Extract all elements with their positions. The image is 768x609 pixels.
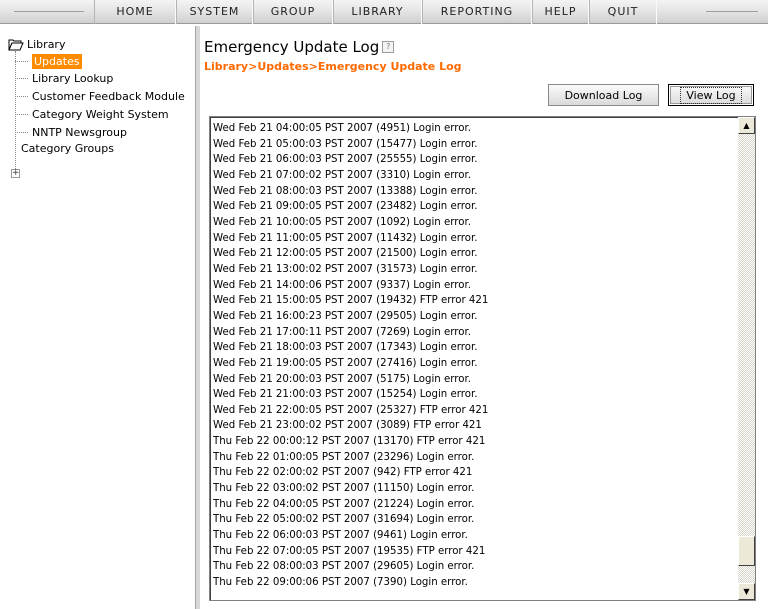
tree-root-label: Library	[27, 37, 66, 51]
sidebar-item-label: Category Groups	[21, 141, 114, 155]
log-line: Wed Feb 21 20:00:03 PST 2007 (5175) Logi…	[213, 373, 471, 385]
log-line: Wed Feb 21 18:00:03 PST 2007 (17343) Log…	[213, 342, 478, 354]
tree-branch-line	[15, 113, 28, 115]
nav-quit[interactable]: QUIT	[589, 0, 657, 24]
log-line: Thu Feb 22 01:00:05 PST 2007 (23296) Log…	[213, 451, 475, 463]
log-line: Wed Feb 21 14:00:06 PST 2007 (9337) Logi…	[213, 279, 471, 291]
expand-plus-icon[interactable]: +	[11, 169, 20, 178]
log-line: Wed Feb 21 12:00:05 PST 2007 (21500) Log…	[213, 248, 478, 260]
log-line: Wed Feb 21 15:00:05 PST 2007 (19432) FTP…	[213, 295, 489, 307]
log-line: Wed Feb 21 16:00:23 PST 2007 (29505) Log…	[213, 310, 478, 322]
nav-library[interactable]: LIBRARY	[333, 0, 422, 24]
sidebar-item-label: Customer Feedback Module	[32, 89, 185, 103]
log-line: Thu Feb 22 09:00:06 PST 2007 (7390) Logi…	[213, 577, 468, 589]
sidebar-divider	[196, 26, 200, 609]
tree-branch-line	[15, 131, 28, 133]
top-nav-bar: HOME SYSTEM GROUP LIBRARY REPORTING HELP…	[0, 0, 768, 24]
vertical-scrollbar[interactable]: ▲ ▼	[738, 117, 755, 600]
log-line: Thu Feb 22 00:00:12 PST 2007 (13170) FTP…	[213, 436, 486, 448]
page-title: Emergency Update Log ?	[204, 38, 395, 56]
tree-branch-line	[15, 60, 28, 62]
nav-lead-ornament	[0, 0, 94, 24]
sidebar-item-library-lookup[interactable]: Library Lookup	[15, 70, 113, 86]
log-line: Wed Feb 21 19:00:05 PST 2007 (27416) Log…	[213, 357, 478, 369]
nav-home[interactable]: HOME	[94, 0, 176, 24]
nav-group[interactable]: GROUP	[253, 0, 333, 24]
log-line: Thu Feb 22 06:00:03 PST 2007 (9461) Logi…	[213, 530, 468, 542]
log-line: Wed Feb 21 08:00:03 PST 2007 (13388) Log…	[213, 185, 478, 197]
sidebar-item-label: Updates	[32, 53, 82, 69]
sidebar-item-label: Library Lookup	[32, 71, 114, 85]
nav-system[interactable]: SYSTEM	[176, 0, 253, 24]
log-line: Wed Feb 21 21:00:03 PST 2007 (15254) Log…	[213, 389, 478, 401]
log-line: Thu Feb 22 07:00:05 PST 2007 (19535) FTP…	[213, 545, 486, 557]
help-icon[interactable]: ?	[382, 41, 395, 53]
sidebar: Library Updates Library Lookup Customer …	[0, 26, 196, 609]
breadcrumb[interactable]: Library>Updates>Emergency Update Log	[204, 60, 462, 73]
sidebar-item-label: NNTP Newsgroup	[32, 125, 127, 139]
log-textarea[interactable]: Wed Feb 21 04:00:05 PST 2007 (4951) Logi…	[209, 116, 756, 601]
log-line: Wed Feb 21 10:00:05 PST 2007 (1092) Logi…	[213, 216, 471, 228]
folder-open-icon	[8, 38, 24, 51]
log-line: Wed Feb 21 04:00:05 PST 2007 (4951) Logi…	[213, 123, 471, 134]
log-line: Wed Feb 21 11:00:05 PST 2007 (11432) Log…	[213, 232, 478, 244]
log-line: Wed Feb 21 05:00:03 PST 2007 (15477) Log…	[213, 138, 478, 150]
sidebar-item-category-weight[interactable]: Category Weight System	[15, 106, 169, 122]
sidebar-item-nntp-newsgroup[interactable]: NNTP Newsgroup	[15, 124, 127, 140]
log-line: Wed Feb 21 17:00:11 PST 2007 (7269) Logi…	[213, 326, 471, 338]
download-log-button[interactable]: Download Log	[548, 84, 659, 106]
tree-branch-line	[15, 95, 28, 97]
log-line: Wed Feb 21 22:00:05 PST 2007 (25327) FTP…	[213, 404, 489, 416]
tree-root-library[interactable]: Library	[8, 37, 65, 51]
nav-help[interactable]: HELP	[532, 0, 589, 24]
log-line: Wed Feb 21 13:00:02 PST 2007 (31573) Log…	[213, 263, 478, 275]
log-line: Thu Feb 22 04:00:05 PST 2007 (21224) Log…	[213, 498, 475, 510]
log-line: Thu Feb 22 02:00:02 PST 2007 (942) FTP e…	[213, 467, 473, 479]
log-line: Thu Feb 22 05:00:02 PST 2007 (31694) Log…	[213, 514, 475, 526]
log-line: Wed Feb 21 09:00:05 PST 2007 (23482) Log…	[213, 201, 478, 213]
log-line: Wed Feb 21 06:00:03 PST 2007 (25555) Log…	[213, 154, 478, 166]
log-line: Wed Feb 21 07:00:02 PST 2007 (3310) Logi…	[213, 169, 471, 181]
page-title-text: Emergency Update Log	[204, 38, 380, 56]
sidebar-item-category-groups[interactable]: Category Groups	[21, 140, 114, 156]
log-content: Wed Feb 21 04:00:05 PST 2007 (4951) Logi…	[213, 121, 488, 591]
scroll-down-icon[interactable]: ▼	[738, 583, 755, 600]
scrollbar-thumb[interactable]	[738, 536, 755, 566]
view-log-button[interactable]: View Log	[668, 84, 754, 106]
nav-tail-ornament	[698, 0, 758, 24]
tree-branch-line	[15, 77, 28, 79]
log-line: Thu Feb 22 03:00:02 PST 2007 (11150) Log…	[213, 483, 475, 495]
sidebar-item-customer-feedback[interactable]: Customer Feedback Module	[15, 88, 185, 104]
log-line: Wed Feb 21 23:00:02 PST 2007 (3089) FTP …	[213, 420, 482, 432]
log-line: Thu Feb 22 08:00:03 PST 2007 (29605) Log…	[213, 561, 475, 573]
sidebar-item-label: Category Weight System	[32, 107, 169, 121]
view-log-label: View Log	[680, 86, 742, 104]
nav-items: HOME SYSTEM GROUP LIBRARY REPORTING HELP…	[94, 0, 657, 24]
scroll-up-icon[interactable]: ▲	[738, 117, 755, 134]
nav-reporting[interactable]: REPORTING	[422, 0, 532, 24]
sidebar-item-updates[interactable]: Updates	[15, 53, 82, 69]
